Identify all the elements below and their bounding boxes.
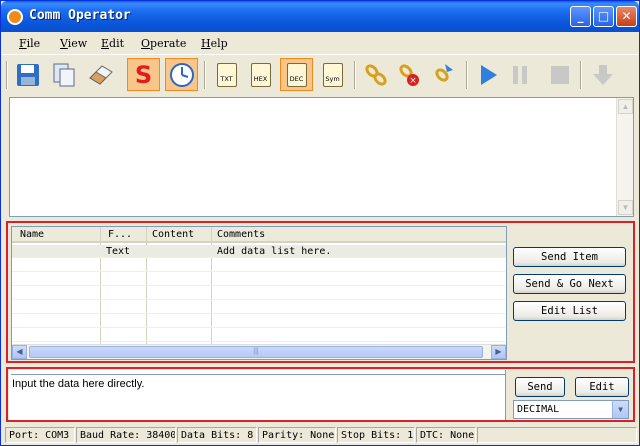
data-input-field[interactable]: Input the data here directly. <box>9 370 506 420</box>
status-empty <box>477 427 637 443</box>
column-header-comments[interactable]: Comments <box>217 229 265 240</box>
status-data-bits: Data Bits: 8 <box>177 427 257 443</box>
scroll-thumb[interactable]: ||| <box>29 346 483 358</box>
table-row-empty[interactable] <box>12 329 506 342</box>
clock-icon <box>169 62 194 87</box>
menu-edit[interactable]: Edit <box>101 37 124 50</box>
menu-view[interactable]: View <box>60 37 87 50</box>
status-parity: Parity: None <box>258 427 336 443</box>
copy-button[interactable] <box>47 58 80 91</box>
minimize-button[interactable]: _ <box>570 6 591 27</box>
edit-list-button[interactable]: Edit List <box>513 301 626 321</box>
status-dtc: DTC: None <box>416 427 476 443</box>
s-toggle-button[interactable]: S <box>127 58 160 91</box>
txt-doc-icon: TXT <box>216 62 237 87</box>
input-panel: Input the data here directly. Send Edit … <box>6 367 635 422</box>
scroll-left-icon[interactable]: ◀ <box>12 345 27 359</box>
column-header-name[interactable]: Name <box>20 229 44 240</box>
toolbar-separator <box>580 61 582 89</box>
status-stop-bits: Stop Bits: 1 <box>337 427 415 443</box>
link-refresh-icon <box>434 63 453 82</box>
column-header-format[interactable]: F... <box>108 229 132 240</box>
documents-icon <box>53 63 74 86</box>
format-select-value: DECIMAL <box>517 404 560 415</box>
edit-button[interactable]: Edit <box>575 377 629 397</box>
disconnect-button[interactable]: × <box>393 58 426 91</box>
window-title: Comm Operator <box>29 8 131 23</box>
broken-link-icon: × <box>398 63 419 86</box>
minimize-icon: _ <box>577 9 584 23</box>
table-row-empty[interactable] <box>12 287 506 300</box>
row-cell-format: Text <box>106 246 131 257</box>
column-header-content[interactable]: Content <box>152 229 194 240</box>
table-row-empty[interactable] <box>12 315 506 328</box>
down-arrow-icon <box>592 64 613 85</box>
title-bar[interactable]: Comm Operator _ □ ✕ <box>1 1 639 32</box>
receive-vertical-scrollbar[interactable]: ▲ ▼ <box>616 98 633 216</box>
table-row-empty[interactable] <box>12 301 506 314</box>
data-list-panel: Name F... Content Comments Text Add data… <box>6 221 635 363</box>
download-button[interactable] <box>586 58 619 91</box>
scroll-down-icon[interactable]: ▼ <box>618 200 633 215</box>
send-and-go-next-button[interactable]: Send & Go Next <box>513 274 626 294</box>
receive-text-area[interactable]: ▲ ▼ <box>9 97 634 217</box>
data-list-grid[interactable]: Name F... Content Comments Text Add data… <box>11 226 507 360</box>
maximize-icon: □ <box>597 9 610 23</box>
scroll-up-icon[interactable]: ▲ <box>618 99 633 114</box>
sym-doc-icon: Sym <box>322 62 343 87</box>
stop-icon <box>550 65 569 84</box>
menu-help[interactable]: Help <box>201 37 228 50</box>
format-select[interactable]: DECIMAL ▼ <box>513 400 629 419</box>
toolbar-grip <box>6 61 8 89</box>
hex-doc-icon: HEX <box>250 62 271 87</box>
pause-button[interactable] <box>503 58 536 91</box>
play-icon <box>480 64 497 85</box>
clear-button[interactable] <box>83 58 116 91</box>
dec-doc-icon: DEC <box>286 62 307 87</box>
toolbar: S TXT HEX DEC Sym × <box>2 54 638 94</box>
start-button[interactable] <box>471 58 504 91</box>
floppy-disk-icon <box>16 63 39 86</box>
app-logo-icon <box>7 9 23 25</box>
pause-icon <box>512 65 527 84</box>
hex-format-button[interactable]: HEX <box>244 58 277 91</box>
svg-text:×: × <box>409 76 417 86</box>
status-bar: Port: COM3 Baud Rate: 38400 Data Bits: 8… <box>2 425 638 445</box>
chevron-down-icon[interactable]: ▼ <box>612 401 628 418</box>
chain-link-icon <box>364 63 387 86</box>
input-text: Input the data here directly. <box>12 378 145 390</box>
scroll-right-icon[interactable]: ▶ <box>491 345 506 359</box>
eraser-icon <box>88 64 113 85</box>
table-row[interactable]: Text Add data list here. <box>12 245 506 258</box>
connect-button[interactable] <box>359 58 392 91</box>
app-window: Comm Operator _ □ ✕ File View Edit Opera… <box>0 0 640 446</box>
status-port: Port: COM3 <box>5 427 75 443</box>
reconnect-button[interactable] <box>427 58 460 91</box>
send-button[interactable]: Send <box>515 377 565 397</box>
maximize-button[interactable]: □ <box>593 6 614 27</box>
save-button[interactable] <box>11 58 44 91</box>
close-icon: ✕ <box>621 9 632 23</box>
status-baud-rate: Baud Rate: 38400 <box>76 427 176 443</box>
row-cell-comments: Add data list here. <box>217 246 332 257</box>
stop-button[interactable] <box>543 58 576 91</box>
table-row-empty[interactable] <box>12 259 506 272</box>
toolbar-separator <box>204 61 206 89</box>
s-icon: S <box>134 60 153 89</box>
menu-file[interactable]: File <box>19 37 40 50</box>
toolbar-separator <box>354 61 356 89</box>
txt-format-button[interactable]: TXT <box>210 58 243 91</box>
dec-format-button[interactable]: DEC <box>280 58 313 91</box>
timer-button[interactable] <box>165 58 198 91</box>
menu-operate[interactable]: Operate <box>141 37 186 50</box>
grid-horizontal-scrollbar[interactable]: ◀ ||| ▶ <box>12 344 506 359</box>
close-button[interactable]: ✕ <box>616 6 637 27</box>
toolbar-separator <box>466 61 468 89</box>
table-row-empty[interactable] <box>12 273 506 286</box>
grid-header: Name F... Content Comments <box>12 227 506 243</box>
send-item-button[interactable]: Send Item <box>513 247 626 267</box>
menu-bar: File View Edit Operate Help <box>2 32 638 54</box>
sym-format-button[interactable]: Sym <box>316 58 349 91</box>
